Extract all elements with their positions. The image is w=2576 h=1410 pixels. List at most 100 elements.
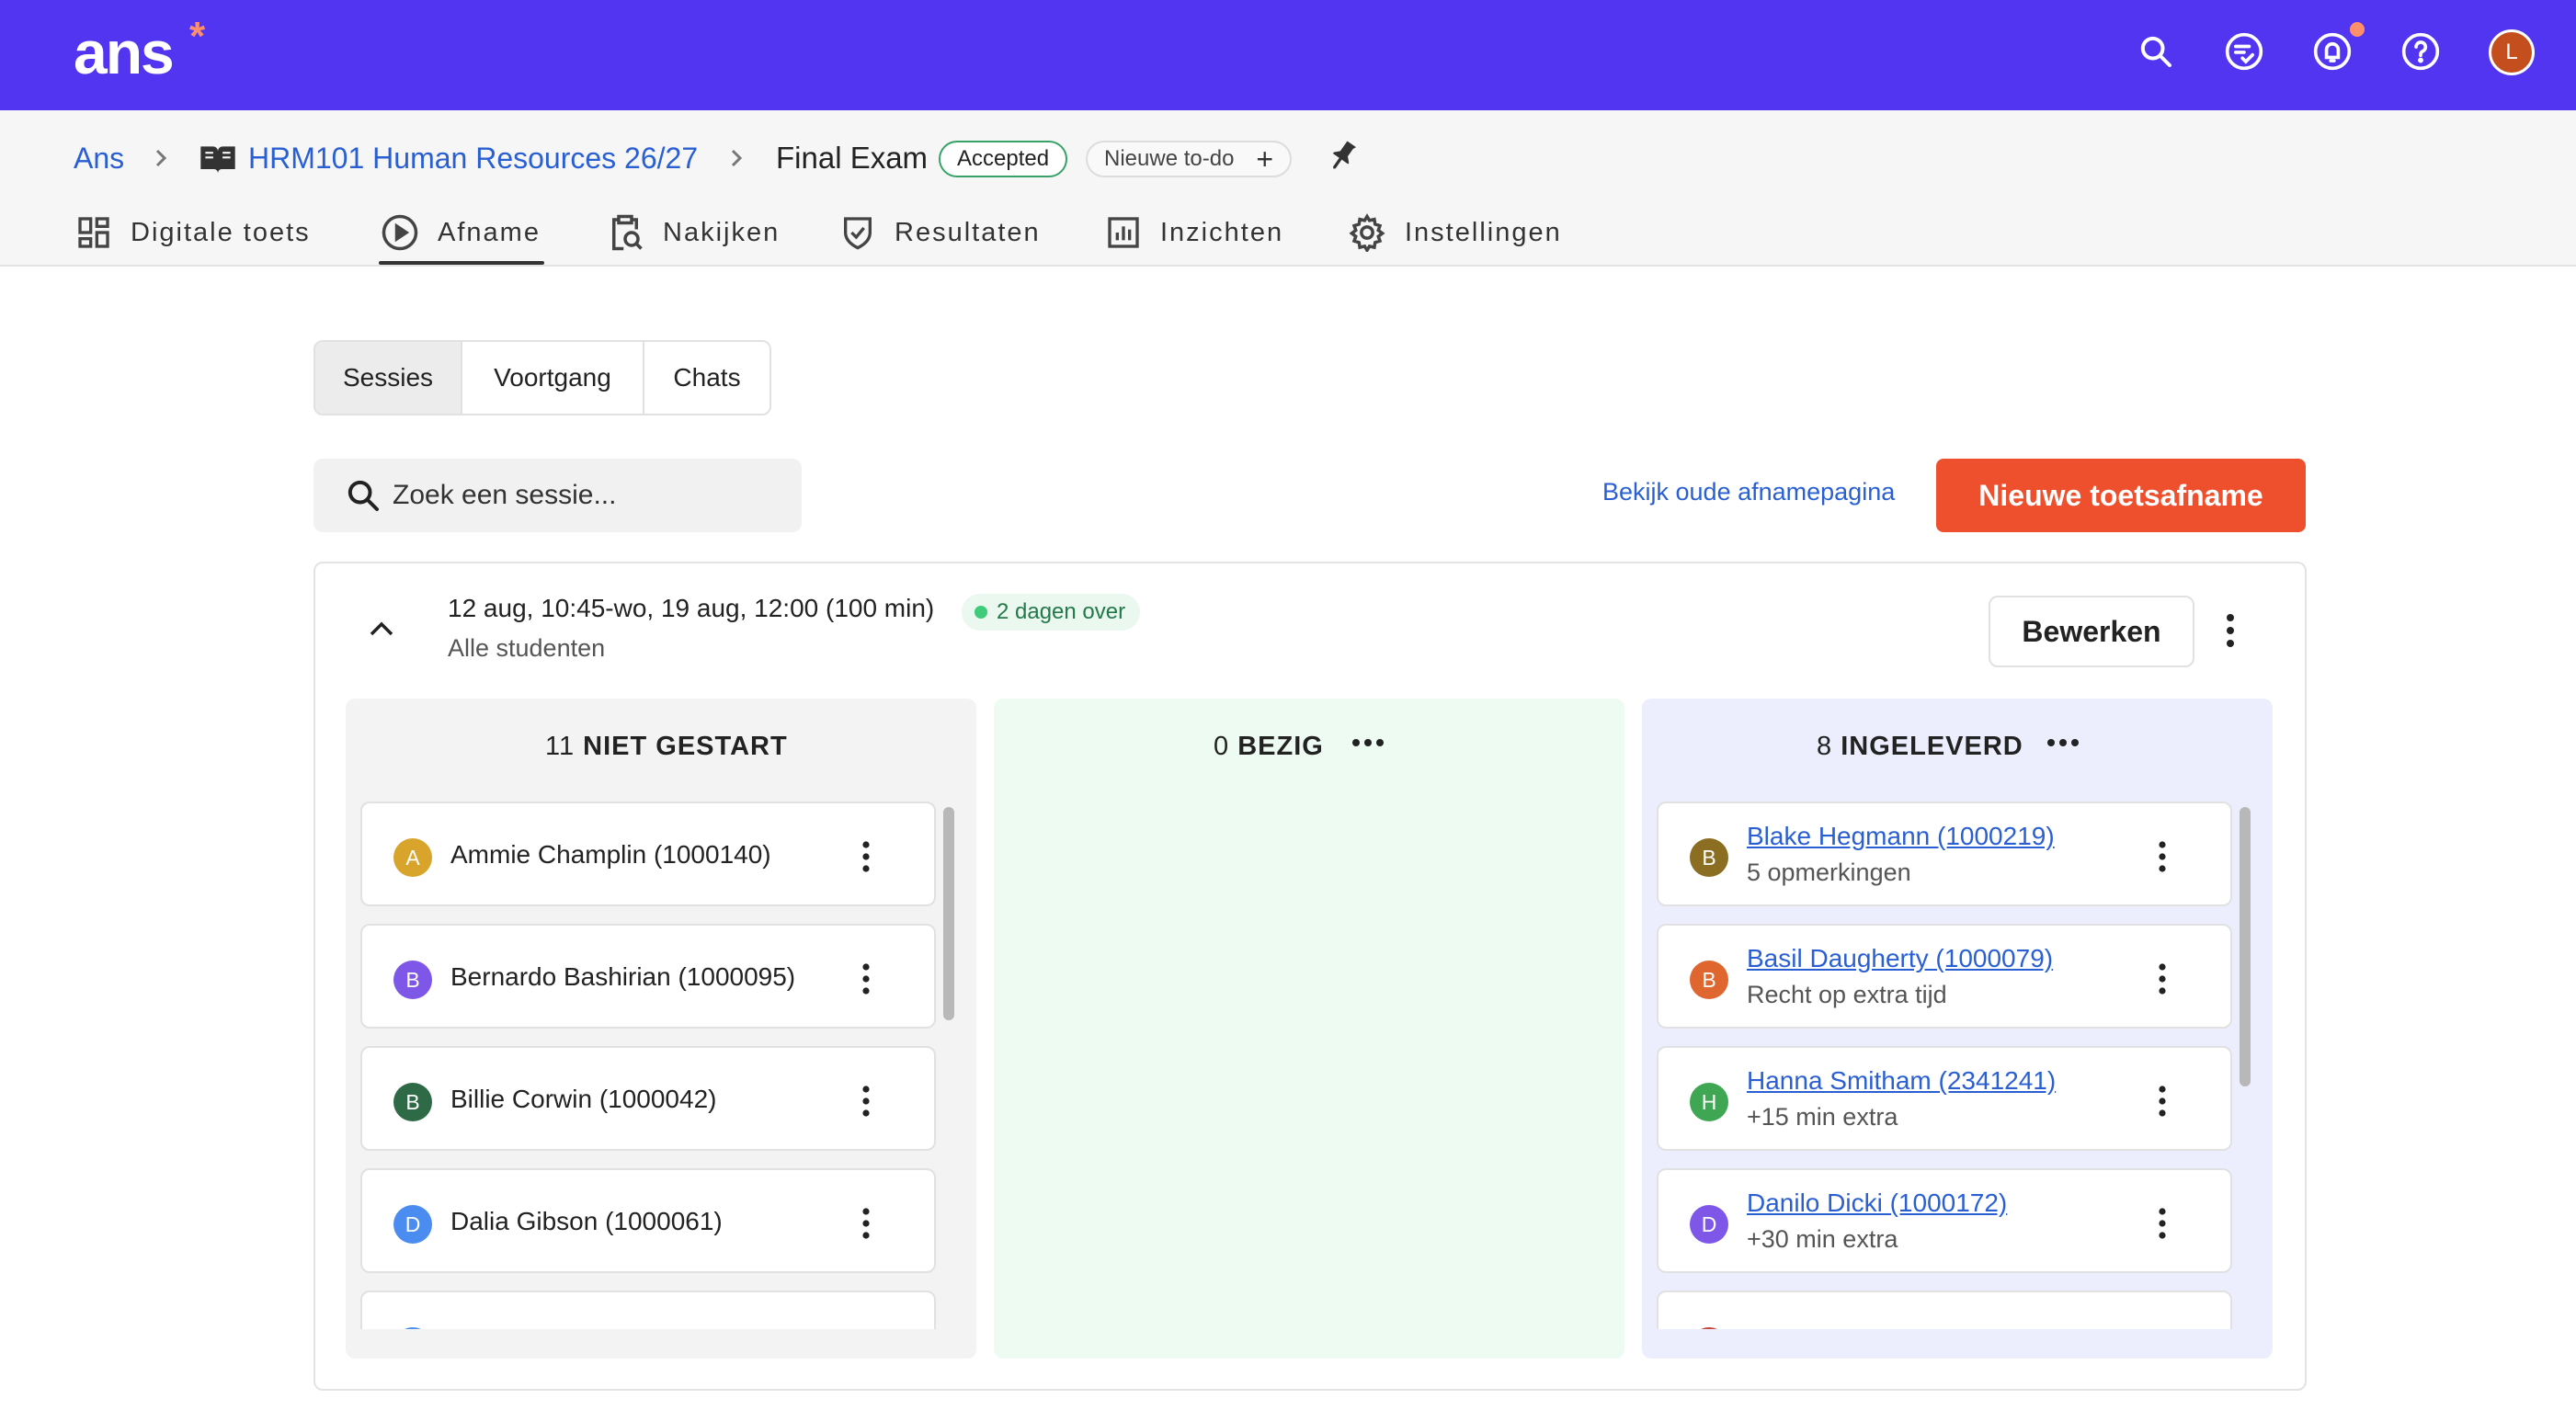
- list-item[interactable]: D Danilo Dicki (1000172) +30 min extra: [1657, 1168, 2232, 1273]
- more-vertical-icon[interactable]: [859, 961, 873, 997]
- list-item[interactable]: B Bernardo Bashirian (1000095): [360, 924, 936, 1029]
- more-vertical-icon[interactable]: [859, 1083, 873, 1120]
- chevron-up-icon[interactable]: [366, 618, 397, 640]
- column-header-submitted: 8 INGELEVERD: [1817, 732, 2023, 762]
- help-icon[interactable]: [2399, 29, 2443, 74]
- pin-icon[interactable]: [1324, 138, 1361, 175]
- view-switcher: Sessies Voortgang Chats: [313, 340, 771, 415]
- student-note: 5 opmerkingen: [1747, 859, 1911, 886]
- new-exam-button[interactable]: Nieuwe toetsafname: [1936, 459, 2306, 532]
- logo-mark: *: [189, 14, 206, 59]
- more-horizontal-icon[interactable]: [1351, 737, 1385, 748]
- column-title: BEZIG: [1237, 732, 1324, 761]
- scrollbar[interactable]: [943, 807, 954, 1020]
- column-count: 11: [545, 732, 576, 761]
- avatar: B: [393, 1083, 432, 1121]
- list-item[interactable]: A Ammie Champlin (1000140): [360, 802, 936, 906]
- avatar: [1690, 1327, 1728, 1329]
- more-vertical-icon[interactable]: [2155, 1083, 2170, 1120]
- avatar: D: [1690, 1205, 1728, 1244]
- checklist-icon[interactable]: [2222, 29, 2266, 74]
- list-item[interactable]: B Basil Daugherty (1000079) Recht op ext…: [1657, 924, 2232, 1029]
- tab-label: Inzichten: [1160, 217, 1284, 247]
- more-vertical-icon[interactable]: [859, 1205, 873, 1242]
- student-name: Dalia Gibson (1000061): [450, 1207, 723, 1235]
- student-name: Bernardo Bashirian (1000095): [450, 962, 796, 991]
- column-busy: [994, 699, 1624, 1359]
- column-count: 8: [1817, 732, 1833, 761]
- time-remaining-label: 2 dagen over: [997, 599, 1126, 624]
- tab-label: Instellingen: [1405, 217, 1562, 247]
- top-bar: ans * L: [0, 0, 2576, 110]
- tab-label: Nakijken: [663, 217, 781, 247]
- old-page-link[interactable]: Bekijk oude afnamepagina: [1602, 478, 1895, 506]
- column-header-not-started: 11 NIET GESTART: [545, 732, 788, 762]
- tab-digitale-toets[interactable]: Digitale toets: [75, 207, 311, 258]
- search-icon[interactable]: [2134, 29, 2178, 74]
- new-todo-button[interactable]: Nieuwe to-do +: [1086, 141, 1292, 177]
- new-todo-label: Nieuwe to-do: [1104, 146, 1235, 171]
- more-horizontal-icon[interactable]: [2046, 737, 2080, 748]
- tab-resultaten[interactable]: Resultaten: [839, 207, 1041, 258]
- avatar: B: [1690, 838, 1728, 877]
- play-icon: [382, 214, 418, 251]
- tab-nakijken[interactable]: Nakijken: [606, 207, 780, 258]
- scrollbar[interactable]: [2240, 807, 2251, 1086]
- chevron-right-icon: [731, 149, 743, 167]
- student-note: +15 min extra: [1747, 1103, 1898, 1131]
- list-item[interactable]: B Blake Hegmann (1000219) 5 opmerkingen: [1657, 802, 2232, 906]
- student-link[interactable]: Basil Daugherty (1000079): [1747, 944, 2053, 973]
- tab-label: Resultaten: [895, 217, 1041, 247]
- avatar: [393, 1327, 432, 1329]
- more-vertical-icon[interactable]: [2155, 838, 2170, 875]
- column-title: INGELEVERD: [1841, 732, 2023, 761]
- gear-icon: [1349, 213, 1385, 252]
- tab-afname[interactable]: Afname: [381, 207, 541, 258]
- bell-icon[interactable]: [2310, 29, 2354, 74]
- more-vertical-icon[interactable]: [2155, 961, 2170, 997]
- session-search: [313, 459, 802, 532]
- student-link[interactable]: Blake Hegmann (1000219): [1747, 822, 2055, 851]
- breadcrumb-course[interactable]: HRM101 Human Resources 26/27: [248, 140, 698, 176]
- plus-icon: +: [1256, 142, 1273, 176]
- more-vertical-icon[interactable]: [2155, 1205, 2170, 1242]
- breadcrumb-root[interactable]: Ans: [74, 140, 124, 176]
- student-note: Recht op extra tijd: [1747, 981, 1947, 1008]
- avatar: B: [1690, 961, 1728, 999]
- segment-voortgang[interactable]: Voortgang: [462, 342, 644, 414]
- list-item-partial[interactable]: [360, 1291, 936, 1329]
- column-title: NIET GESTART: [583, 732, 788, 761]
- tab-instellingen[interactable]: Instellingen: [1348, 207, 1562, 258]
- student-link[interactable]: Danilo Dicki (1000172): [1747, 1188, 2007, 1218]
- app-logo[interactable]: ans: [74, 20, 175, 85]
- list-item[interactable]: B Billie Corwin (1000042): [360, 1046, 936, 1151]
- segment-sessies[interactable]: Sessies: [315, 342, 462, 414]
- more-vertical-icon[interactable]: [859, 838, 873, 875]
- user-avatar[interactable]: L: [2489, 29, 2535, 75]
- search-input[interactable]: [393, 472, 779, 519]
- active-tab-indicator: [379, 261, 544, 265]
- list-item[interactable]: D Dalia Gibson (1000061): [360, 1168, 936, 1273]
- segment-chats[interactable]: Chats: [644, 342, 769, 414]
- more-vertical-icon[interactable]: [2223, 610, 2238, 651]
- edit-button[interactable]: Bewerken: [1989, 596, 2194, 667]
- avatar: D: [393, 1205, 432, 1244]
- notification-dot: [2350, 22, 2365, 37]
- book-icon: [200, 146, 235, 174]
- list-item-partial[interactable]: [1657, 1291, 2232, 1329]
- student-note: +30 min extra: [1747, 1225, 1898, 1253]
- breadcrumb-current: Final Exam: [776, 141, 929, 175]
- time-remaining-badge: 2 dagen over: [962, 594, 1141, 631]
- student-link[interactable]: Hanna Smitham (2341241): [1747, 1066, 2056, 1096]
- status-dot: [975, 606, 987, 619]
- submitted-list: B Blake Hegmann (1000219) 5 opmerkingen …: [1657, 802, 2251, 1329]
- session-date: 12 aug, 10:45-wo, 19 aug, 12:00 (100 min…: [448, 594, 935, 622]
- clipboard-search-icon: [612, 214, 643, 251]
- status-badge: Accepted: [939, 141, 1068, 177]
- student-name: Billie Corwin (1000042): [450, 1085, 717, 1113]
- list-item[interactable]: H Hanna Smitham (2341241) +15 min extra: [1657, 1046, 2232, 1151]
- tab-inzichten[interactable]: Inzichten: [1105, 207, 1283, 258]
- column-count: 0: [1214, 732, 1230, 761]
- search-icon: [348, 480, 379, 511]
- avatar: A: [393, 838, 432, 877]
